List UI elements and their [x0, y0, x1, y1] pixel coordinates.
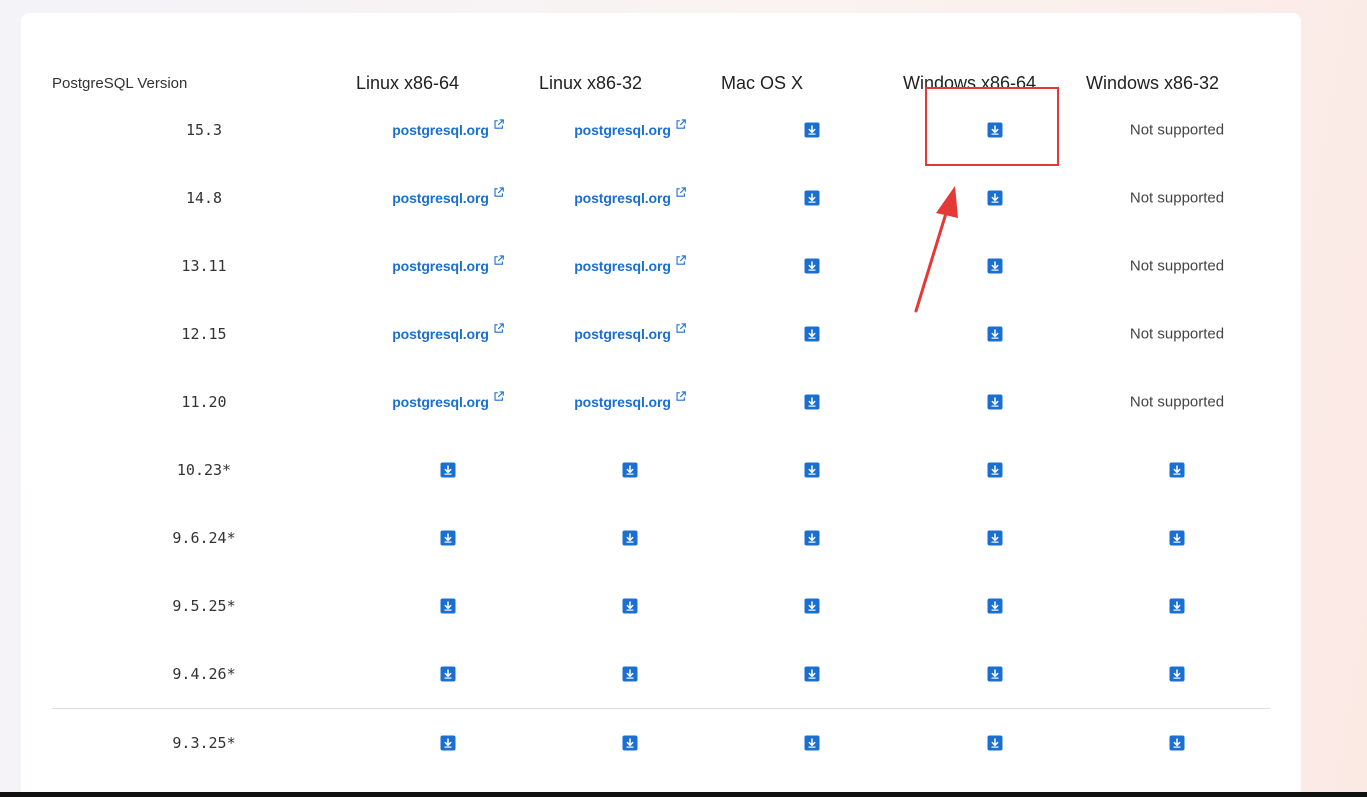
bottom-edge-bar	[0, 792, 1367, 797]
annotation-arrow	[914, 186, 958, 313]
